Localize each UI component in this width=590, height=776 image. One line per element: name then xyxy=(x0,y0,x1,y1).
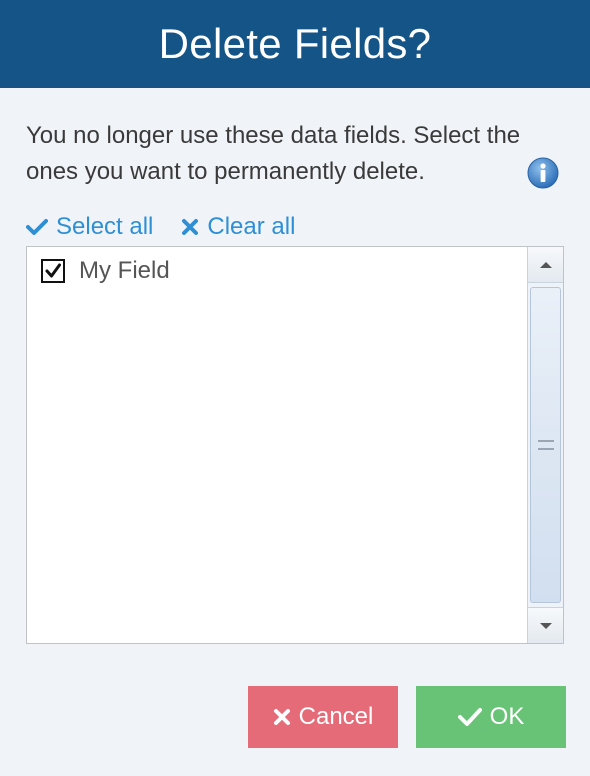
scroll-up-button[interactable] xyxy=(528,247,563,283)
x-icon xyxy=(273,708,291,726)
cancel-label: Cancel xyxy=(298,703,374,730)
selection-links: Select all Clear all xyxy=(26,210,295,244)
x-icon xyxy=(181,218,199,236)
arrow-up-icon xyxy=(539,261,552,268)
fields-listbox[interactable]: My Field xyxy=(26,246,564,644)
select-all-link[interactable]: Select all xyxy=(26,213,153,241)
grip-icon xyxy=(537,440,554,450)
scroll-thumb[interactable] xyxy=(530,287,561,603)
ok-label: OK xyxy=(489,703,525,730)
field-checkbox[interactable] xyxy=(41,259,65,283)
dialog-header: Delete Fields? xyxy=(0,0,590,88)
clear-all-link[interactable]: Clear all xyxy=(181,213,295,241)
cancel-button[interactable]: Cancel xyxy=(248,686,398,748)
field-label: My Field xyxy=(79,257,170,284)
select-all-label: Select all xyxy=(56,213,154,240)
checkmark-icon xyxy=(457,707,482,727)
checkmark-icon xyxy=(26,218,48,236)
dialog-message: You no longer use these data fields. Sel… xyxy=(26,122,521,185)
listbox-scrollbar[interactable] xyxy=(527,247,563,643)
arrow-down-icon xyxy=(539,622,552,629)
scroll-down-button[interactable] xyxy=(528,607,563,643)
info-icon[interactable] xyxy=(527,157,559,189)
list-item[interactable]: My Field xyxy=(41,257,170,285)
ok-button[interactable]: OK xyxy=(416,686,566,748)
clear-all-label: Clear all xyxy=(207,213,296,240)
checkmark-icon xyxy=(45,263,61,278)
delete-fields-dialog: Delete Fields? You no longer use these d… xyxy=(0,0,590,776)
dialog-title: Delete Fields? xyxy=(158,20,432,67)
